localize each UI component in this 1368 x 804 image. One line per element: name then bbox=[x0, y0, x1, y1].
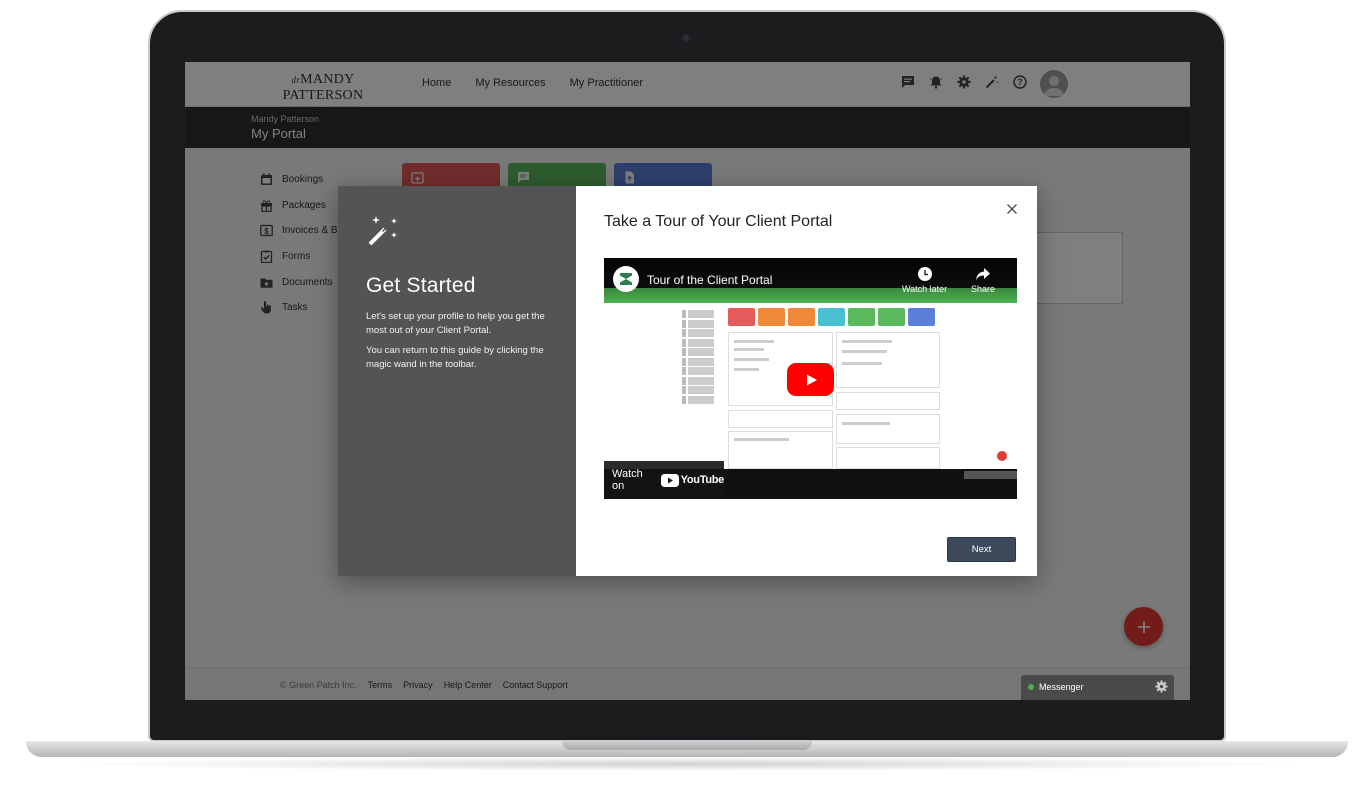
share-label: Share bbox=[971, 284, 996, 294]
modal-left-text: Let's set up your profile to help you ge… bbox=[366, 310, 546, 378]
video-title[interactable]: Tour of the Client Portal bbox=[647, 273, 772, 287]
messenger-label: Messenger bbox=[1039, 682, 1084, 692]
camera bbox=[681, 33, 691, 43]
online-status-dot bbox=[1028, 684, 1034, 690]
magic-wand-icon bbox=[366, 214, 400, 253]
youtube-logo: YouTube bbox=[660, 473, 725, 487]
watch-on-youtube-button[interactable]: Watch on YouTube bbox=[604, 461, 724, 499]
youtube-wordmark: YouTube bbox=[680, 474, 725, 486]
watch-later-label: Watch later bbox=[902, 284, 948, 294]
share-button[interactable]: Share bbox=[971, 266, 995, 294]
modal-title: Take a Tour of Your Client Portal bbox=[604, 213, 833, 230]
screen: drMANDY PATTERSON FUNCTIONAL NATUROPATH … bbox=[185, 62, 1190, 700]
laptop-shadow bbox=[60, 757, 1310, 771]
play-button[interactable] bbox=[787, 363, 834, 396]
close-icon[interactable] bbox=[1005, 202, 1019, 216]
video-top-bar: Tour of the Client Portal Watch later Sh… bbox=[604, 258, 1017, 302]
intro-paragraph: Let's set up your profile to help you ge… bbox=[366, 311, 545, 336]
watch-on-label: Watch on bbox=[612, 468, 643, 492]
channel-logo[interactable] bbox=[613, 266, 639, 292]
tour-modal: Get Started Let's set up your profile to… bbox=[338, 186, 1037, 576]
video-player[interactable]: Tour of the Client Portal Watch later Sh… bbox=[604, 258, 1017, 499]
play-icon bbox=[806, 374, 817, 385]
modal-left-panel: Get Started Let's set up your profile to… bbox=[338, 186, 576, 576]
next-button[interactable]: Next bbox=[947, 537, 1016, 562]
clock-icon bbox=[917, 267, 932, 281]
gear-icon[interactable] bbox=[1155, 680, 1168, 698]
share-arrow-icon bbox=[976, 268, 991, 280]
modal-right-panel: Take a Tour of Your Client Portal Tour o… bbox=[576, 186, 1037, 576]
watch-later-button[interactable]: Watch later bbox=[902, 266, 947, 294]
laptop-notch bbox=[562, 741, 812, 750]
messenger-widget[interactable]: Messenger bbox=[1021, 675, 1174, 700]
hint-paragraph: You can return to this guide by clicking… bbox=[366, 345, 544, 370]
youtube-icon bbox=[660, 473, 679, 487]
modal-left-title: Get Started bbox=[366, 274, 476, 297]
